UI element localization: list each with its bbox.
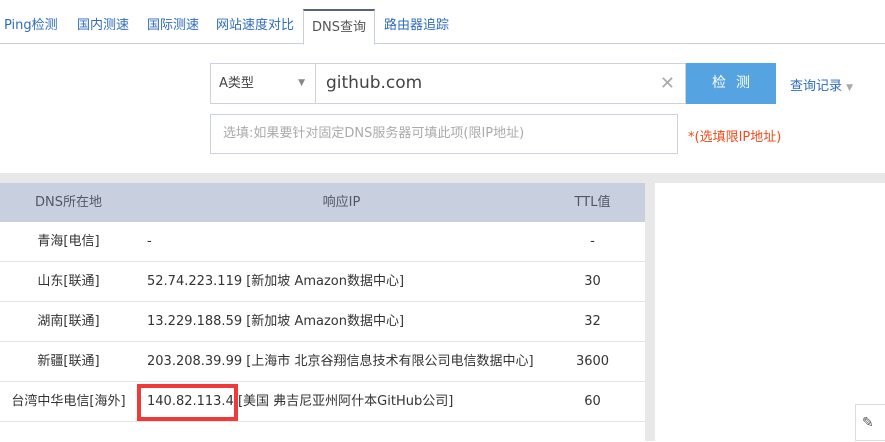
edit-icon[interactable]: ✎	[855, 404, 885, 441]
table-header: DNS所在地 响应IP TTL值	[0, 183, 645, 222]
domain-value: github.com	[326, 73, 423, 93]
dropdown-arrow-icon: ▼	[298, 78, 305, 88]
chevron-down-icon: ▼	[846, 83, 854, 93]
header-ip: 响应IP	[322, 195, 361, 210]
header-location: DNS所在地	[35, 195, 102, 210]
tab-intl-speed[interactable]: 国际测速	[143, 9, 203, 44]
cell-ip: -	[147, 234, 152, 249]
cell-ip: 203.208.39.99 [上海市 北京谷翔信息技术有限公司电信数据中心]	[147, 354, 534, 369]
tab-dns[interactable]: DNS查询	[303, 9, 375, 45]
cell-ttl: 30	[584, 274, 601, 289]
cell-location: 台湾中华电信[海外]	[11, 394, 126, 409]
cell-location: 青海[电信]	[37, 234, 100, 249]
cell-ip: 13.229.188.59 [新加坡 Amazon数据中心]	[147, 314, 405, 329]
cell-ttl: 3600	[575, 354, 610, 369]
history-link[interactable]: 查询记录 ▼	[790, 75, 853, 94]
cell-location: 新疆[联通]	[37, 354, 100, 369]
check-button[interactable]: 检测	[686, 63, 776, 104]
table-row: 湖南[联通] 13.229.188.59 [新加坡 Amazon数据中心] 32	[0, 302, 645, 342]
cell-ttl: -	[590, 234, 595, 249]
tab-bar: Ping检测 国内测速 国际测速 网站速度对比 DNS查询 路由器追踪	[0, 0, 885, 45]
history-label: 查询记录	[790, 79, 843, 94]
cell-location: 湖南[联通]	[37, 314, 100, 329]
tab-domestic-speed[interactable]: 国内测速	[73, 9, 133, 44]
cell-ip: 52.74.223.119 [新加坡 Amazon数据中心]	[147, 274, 405, 289]
results-table: DNS所在地 响应IP TTL值 青海[电信] - - 山东[联通] 52.74.22…	[0, 183, 645, 441]
cell-ttl: 60	[584, 394, 601, 409]
record-type-value: A类型	[219, 76, 254, 91]
side-panel	[655, 183, 885, 441]
table-row: 山东[联通] 52.74.223.119 [新加坡 Amazon数据中心] 30	[0, 262, 645, 302]
tab-ping[interactable]: Ping检测	[0, 9, 62, 44]
table-row: 台湾中华电信[海外] 140.82.113.4 [美国 弗吉尼亚州阿什本GitHu…	[0, 382, 645, 422]
tab-site-compare[interactable]: 网站速度对比	[212, 9, 298, 44]
header-ttl: TTL值	[574, 195, 611, 210]
record-type-select[interactable]: A类型 ▼	[210, 63, 316, 104]
ip-highlight-box	[137, 384, 238, 421]
cell-ttl: 32	[584, 314, 601, 329]
cell-location: 山东[联通]	[37, 274, 100, 289]
table-row: 青海[电信] - -	[0, 222, 645, 262]
tab-traceroute[interactable]: 路由器追踪	[380, 9, 453, 44]
dns-server-input[interactable]: 选填:如果要针对固定DNS服务器可填此项(限IP地址)	[210, 114, 678, 154]
dns-server-note: *(选填限IP地址)	[688, 130, 782, 145]
clear-icon[interactable]: ✕	[660, 64, 675, 103]
table-row: 新疆[联通] 203.208.39.99 [上海市 北京谷翔信息技术有限公司电信数…	[0, 342, 645, 382]
domain-input[interactable]: github.com ✕	[315, 63, 686, 104]
